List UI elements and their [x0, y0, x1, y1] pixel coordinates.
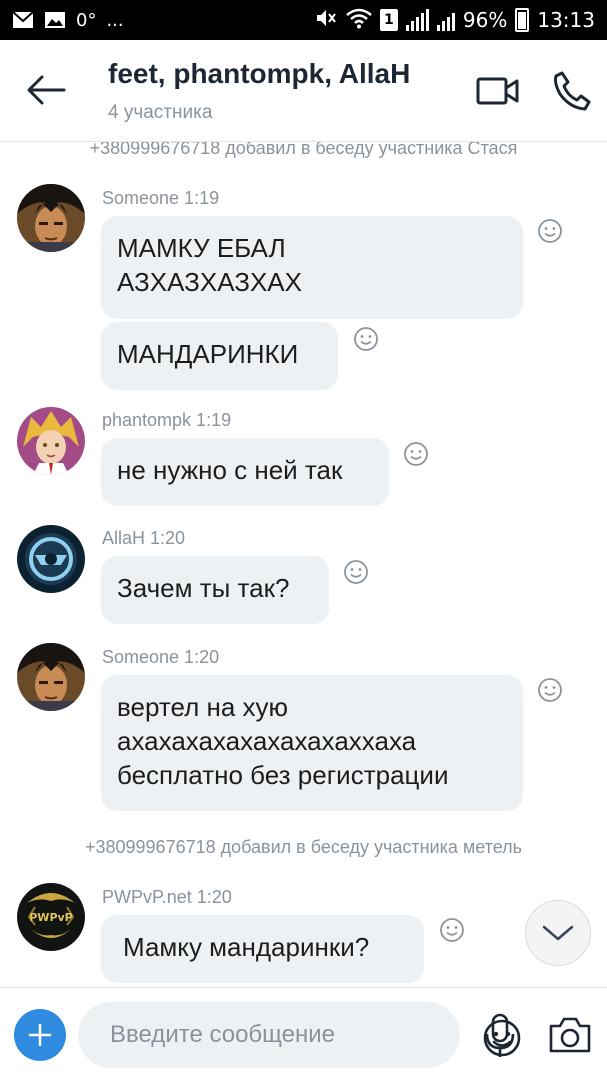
- avatar-allah[interactable]: [17, 525, 85, 593]
- message-list[interactable]: +380999676718 добавил в беседу участника…: [0, 142, 607, 987]
- wifi-icon: [346, 7, 372, 34]
- message-input-container: [78, 1002, 521, 1068]
- avatar-phantompk[interactable]: [17, 407, 85, 475]
- message-bubble[interactable]: МАМКУ ЕБАЛ АЗХАЗХАЗХАХ: [101, 216, 523, 319]
- reaction-smile-icon[interactable]: [353, 326, 379, 352]
- message-bubble[interactable]: Зачем ты так?: [101, 556, 329, 624]
- message-bubble[interactable]: вертел на хую ахахахахахахахахаххаха бес…: [101, 675, 523, 811]
- message-text: не нужно с ней так: [117, 455, 343, 485]
- sim-indicator: 1: [379, 9, 398, 31]
- sender-name: AllaH 1:20: [102, 528, 186, 548]
- clock: 13:13: [537, 8, 595, 32]
- sender-name: Someone 1:19: [102, 188, 220, 208]
- reaction-smile-icon[interactable]: [439, 917, 465, 943]
- plus-icon: [28, 1023, 52, 1047]
- sender-name: PWPvP.net 1:20: [102, 887, 232, 907]
- chevron-down-icon: [542, 925, 574, 941]
- more-notifications: ...: [106, 9, 124, 31]
- battery-percent: 96%: [462, 8, 508, 32]
- system-message: +380999676718 добавил в беседу участника…: [84, 837, 523, 857]
- phone-icon: [554, 71, 591, 111]
- add-attachment-button[interactable]: [14, 1009, 66, 1061]
- message-text: вертел на хую: [117, 692, 289, 722]
- reaction-smile-icon[interactable]: [537, 218, 563, 244]
- message-bubble[interactable]: не нужно с ней так: [101, 438, 389, 506]
- participant-count: 4 участника: [108, 102, 213, 123]
- sender-name: phantompk 1:19: [102, 410, 232, 430]
- gallery-icon: [44, 11, 66, 29]
- message-text: ахахахахахахахахаххаха: [117, 726, 417, 756]
- mute-icon: [314, 6, 338, 35]
- back-button[interactable]: [22, 68, 70, 112]
- sender-name: Someone 1:20: [102, 647, 220, 667]
- temperature: 0°: [76, 9, 97, 31]
- camera-button[interactable]: [547, 1014, 593, 1056]
- avatar-pwpvp[interactable]: PWPvP: [17, 883, 85, 951]
- message-bubble[interactable]: МАНДАРИНКИ: [101, 322, 338, 390]
- video-camera-icon: [476, 77, 519, 105]
- mail-icon: [12, 11, 34, 29]
- message-input[interactable]: [110, 1002, 390, 1068]
- message-text: АЗХАЗХАЗХАХ: [117, 267, 302, 297]
- battery-icon: [515, 8, 530, 32]
- scroll-to-bottom-button[interactable]: [525, 900, 591, 966]
- voice-message-button[interactable]: [480, 1012, 520, 1060]
- microphone-icon: [485, 1013, 515, 1057]
- video-call-button[interactable]: [476, 74, 520, 108]
- message-text: МАМКУ ЕБАЛ: [117, 233, 286, 263]
- message-text: Мамку мандаринки?: [123, 932, 370, 962]
- conversation-title[interactable]: feet, phantompk, AllaH: [108, 58, 410, 90]
- avatar-logo-text: PWPvP: [29, 911, 73, 924]
- message-text: Зачем ты так?: [117, 573, 290, 603]
- avatar-someone[interactable]: [17, 643, 85, 711]
- status-bar: 0° ... 1 96% 13:13: [0, 0, 607, 40]
- message-text: бесплатно без регистрации: [117, 760, 449, 790]
- message-bubble[interactable]: Мамку мандаринки?: [101, 915, 424, 983]
- arrow-left-icon: [27, 75, 66, 105]
- signal-icon-2: [436, 9, 455, 31]
- reaction-smile-icon[interactable]: [343, 559, 369, 585]
- reaction-smile-icon[interactable]: [537, 677, 563, 703]
- chat-header: feet, phantompk, AllaH 4 участника: [0, 40, 607, 142]
- system-message: +380999676718 добавил в беседу участника…: [89, 142, 518, 158]
- camera-icon: [549, 1017, 591, 1053]
- signal-icon: [405, 9, 429, 31]
- reaction-smile-icon[interactable]: [403, 441, 429, 467]
- audio-call-button[interactable]: [552, 70, 592, 112]
- message-text: МАНДАРИНКИ: [117, 339, 299, 369]
- avatar-someone[interactable]: [17, 184, 85, 252]
- message-composer: [0, 987, 607, 1080]
